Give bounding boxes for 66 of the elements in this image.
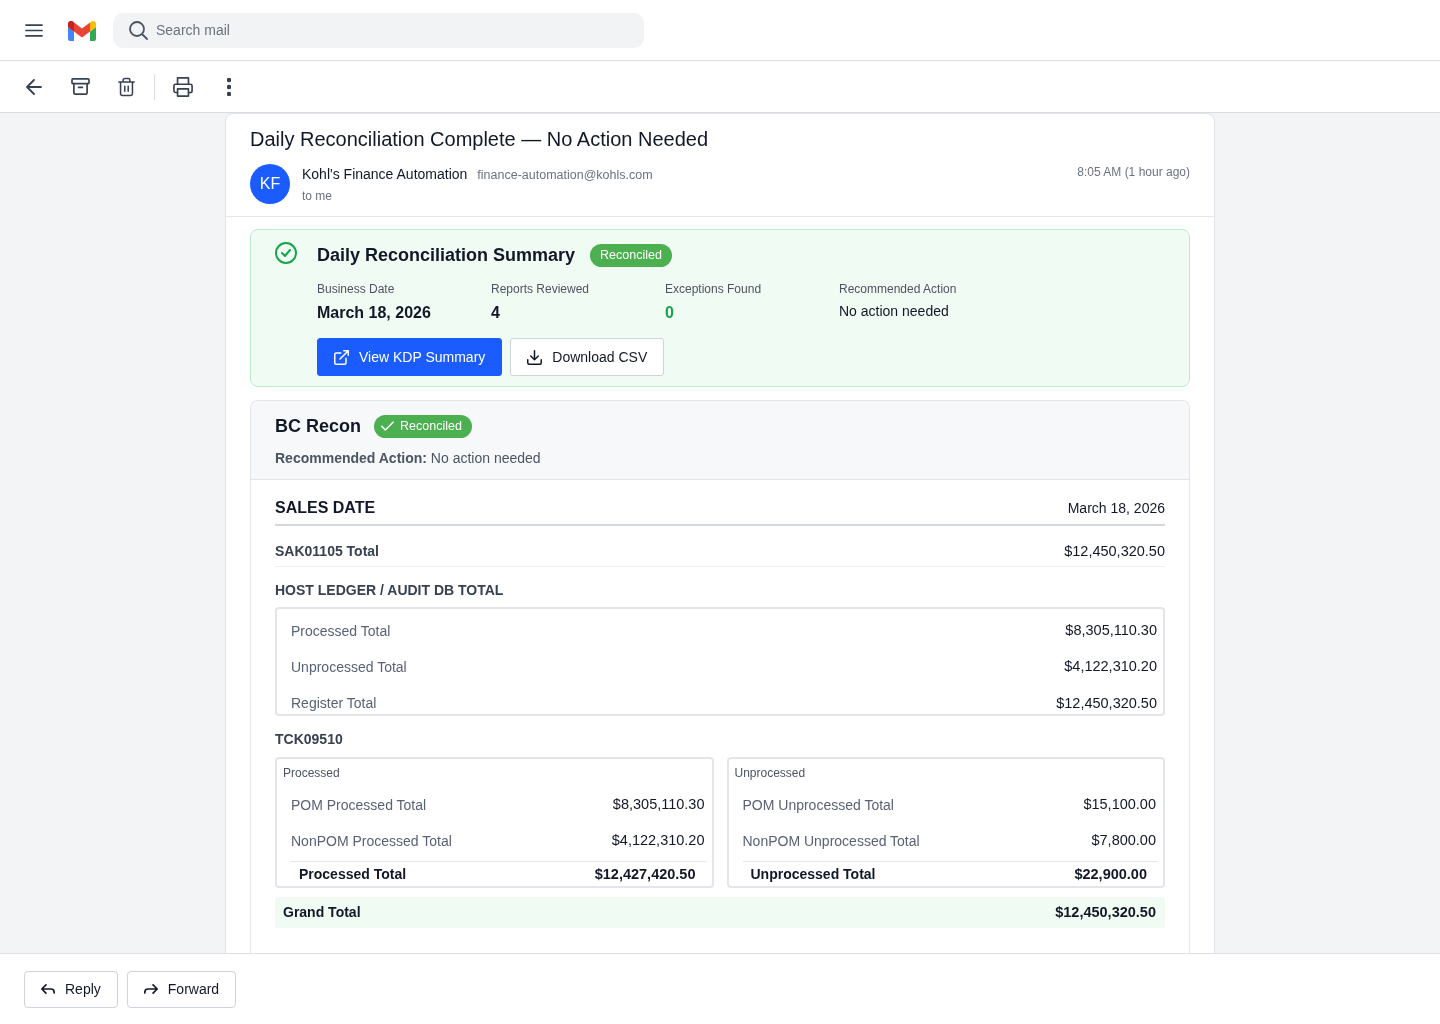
stat-value: March 18, 2026 bbox=[317, 303, 431, 323]
grand-total-value: $12,450,320.50 bbox=[1055, 902, 1156, 922]
trash-icon bbox=[117, 76, 135, 97]
printer-icon bbox=[173, 76, 193, 97]
search-icon bbox=[129, 20, 148, 40]
stat-label: Reports Reviewed bbox=[491, 281, 590, 297]
more-icon bbox=[227, 77, 231, 96]
menu-icon bbox=[25, 23, 43, 37]
email-subject: Daily Reconciliation Complete — No Action Needed bbox=[250, 127, 709, 152]
stat-label: Exceptions Found bbox=[665, 281, 762, 297]
amount-value: $4,122,310.20 bbox=[611, 831, 705, 851]
total-label: Processed Total bbox=[299, 865, 407, 884]
ledger-label: Register Total bbox=[291, 694, 377, 713]
external-link-icon bbox=[334, 349, 349, 365]
amount-value: $8,305,110.30 bbox=[612, 795, 705, 815]
section-heading: SALES DATE bbox=[275, 498, 376, 518]
status-badge: Reconciled bbox=[374, 414, 472, 438]
arrow-left-icon bbox=[26, 78, 42, 95]
amount-value: $4,122,310.20 bbox=[1064, 657, 1157, 677]
sender-email: finance-automation@kohls.com bbox=[477, 167, 653, 184]
forward-button[interactable]: Forward bbox=[126, 970, 237, 1008]
status-badge: Reconciled bbox=[590, 243, 672, 267]
download-button[interactable]: Download CSV bbox=[510, 338, 665, 376]
forward-arrow-icon bbox=[143, 983, 158, 995]
reply-button[interactable]: Reply bbox=[24, 970, 118, 1008]
summary-title: Daily Reconciliation Summary bbox=[317, 244, 576, 267]
m-logo-icon[interactable] bbox=[68, 19, 96, 41]
grand-total-label: Grand Total bbox=[283, 903, 361, 922]
sales-date-value: March 18, 2026 bbox=[1067, 499, 1165, 518]
total-value: $22,900.00 bbox=[1074, 864, 1147, 884]
sender-avatar: KF bbox=[250, 164, 290, 204]
check-icon bbox=[381, 421, 394, 431]
recipient-text: to me bbox=[302, 188, 332, 204]
check-circle-icon bbox=[275, 242, 297, 264]
amount-value: $15,100.00 bbox=[1083, 795, 1156, 815]
amount-value: $8,305,110.30 bbox=[1065, 621, 1157, 641]
archive-box-icon bbox=[70, 78, 90, 95]
stat-value: 0 bbox=[665, 303, 674, 323]
ledger-label: NonPOM Processed Total bbox=[291, 831, 452, 851]
view-summary-button[interactable]: View KDP Summary bbox=[317, 338, 503, 376]
ledger-label: Processed Total bbox=[291, 621, 391, 641]
download-icon bbox=[527, 349, 543, 365]
total-value: $12,427,420.50 bbox=[594, 864, 696, 884]
stat-value: 4 bbox=[491, 303, 500, 323]
total-label: SAK01105 Total bbox=[275, 542, 379, 561]
recon-title: BC Recon bbox=[275, 415, 361, 438]
recommended-action-text: Recommended Action: No action needed bbox=[275, 449, 542, 468]
stat-label: Recommended Action bbox=[839, 281, 957, 297]
stat-label: Business Date bbox=[317, 281, 395, 297]
group-title: Processed bbox=[283, 765, 340, 781]
amount-value: $12,450,320.50 bbox=[1064, 542, 1165, 561]
group-title: Unprocessed bbox=[734, 765, 806, 781]
sender-name: Kohl's Finance Automation bbox=[302, 165, 468, 184]
email-time: 8:05 AM (1 hour ago) bbox=[1077, 164, 1190, 180]
ledger-label: Unprocessed Total bbox=[291, 657, 407, 677]
ledger-label: POM Unprocessed Total bbox=[742, 795, 894, 815]
stat-value: No action needed bbox=[839, 302, 949, 321]
total-label: Unprocessed Total bbox=[750, 865, 876, 884]
amount-value: $12,450,320.50 bbox=[1056, 694, 1157, 713]
section-title: HOST LEDGER / AUDIT DB TOTAL bbox=[275, 581, 504, 600]
section-title: TCK09510 bbox=[275, 730, 343, 749]
amount-value: $7,800.00 bbox=[1091, 831, 1156, 851]
ledger-label: POM Processed Total bbox=[291, 795, 427, 815]
ledger-label: NonPOM Unprocessed Total bbox=[742, 831, 920, 851]
search-field[interactable]: Search mail bbox=[113, 12, 644, 48]
reply-arrow-icon bbox=[41, 983, 55, 995]
